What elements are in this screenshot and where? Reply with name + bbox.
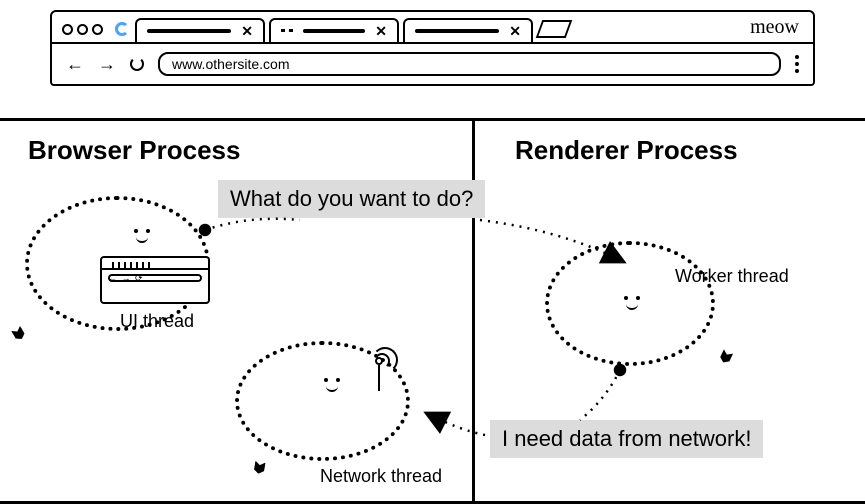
tab[interactable]: ✕	[403, 18, 533, 42]
ui-thread-label: UI thread	[120, 311, 194, 332]
close-icon[interactable]: ✕	[375, 23, 387, 40]
browser-process-box: Browser Process ← → ⟳ UI thread ››› Netw…	[0, 118, 475, 504]
window-control-dot	[92, 24, 103, 35]
face-icon	[320, 378, 350, 394]
toolbar: ← → www.othersite.com	[52, 44, 813, 84]
menu-button[interactable]	[795, 55, 799, 73]
motion-chevron-icon: ›››	[252, 460, 271, 471]
window-control-dot	[62, 24, 73, 35]
back-button[interactable]: ←	[66, 54, 84, 75]
brand-text: meow	[750, 16, 799, 39]
browser-process-title: Browser Process	[0, 121, 472, 166]
close-icon[interactable]: ✕	[509, 23, 521, 40]
window-controls	[62, 24, 103, 35]
face-icon	[130, 229, 160, 245]
mini-browser-icon: ← → ⟳	[100, 256, 210, 304]
tab[interactable]: ✕	[269, 18, 399, 42]
speech-bubble-request: I need data from network!	[490, 420, 763, 458]
speech-bubble-question: What do you want to do?	[218, 180, 485, 218]
motion-chevron-icon: ›››	[719, 348, 739, 363]
tab-active[interactable]: ✕	[135, 18, 265, 42]
face-icon	[620, 296, 650, 312]
new-tab-button[interactable]	[536, 20, 573, 38]
motion-chevron-icon: ›››	[9, 322, 29, 338]
loading-spinner-icon	[115, 22, 129, 36]
renderer-process-title: Renderer Process	[475, 121, 865, 166]
worker-thread-label: Worker thread	[675, 266, 789, 287]
tab-strip: ✕ ✕ ✕ meow	[52, 12, 813, 44]
reload-button[interactable]	[130, 57, 144, 71]
network-thread-label: Network thread	[320, 466, 442, 487]
close-icon[interactable]: ✕	[241, 23, 253, 40]
browser-window: ✕ ✕ ✕ meow ← → www.othersite.com	[50, 10, 815, 86]
window-control-dot	[77, 24, 88, 35]
forward-button[interactable]: →	[98, 54, 116, 75]
address-bar[interactable]: www.othersite.com	[158, 52, 781, 76]
